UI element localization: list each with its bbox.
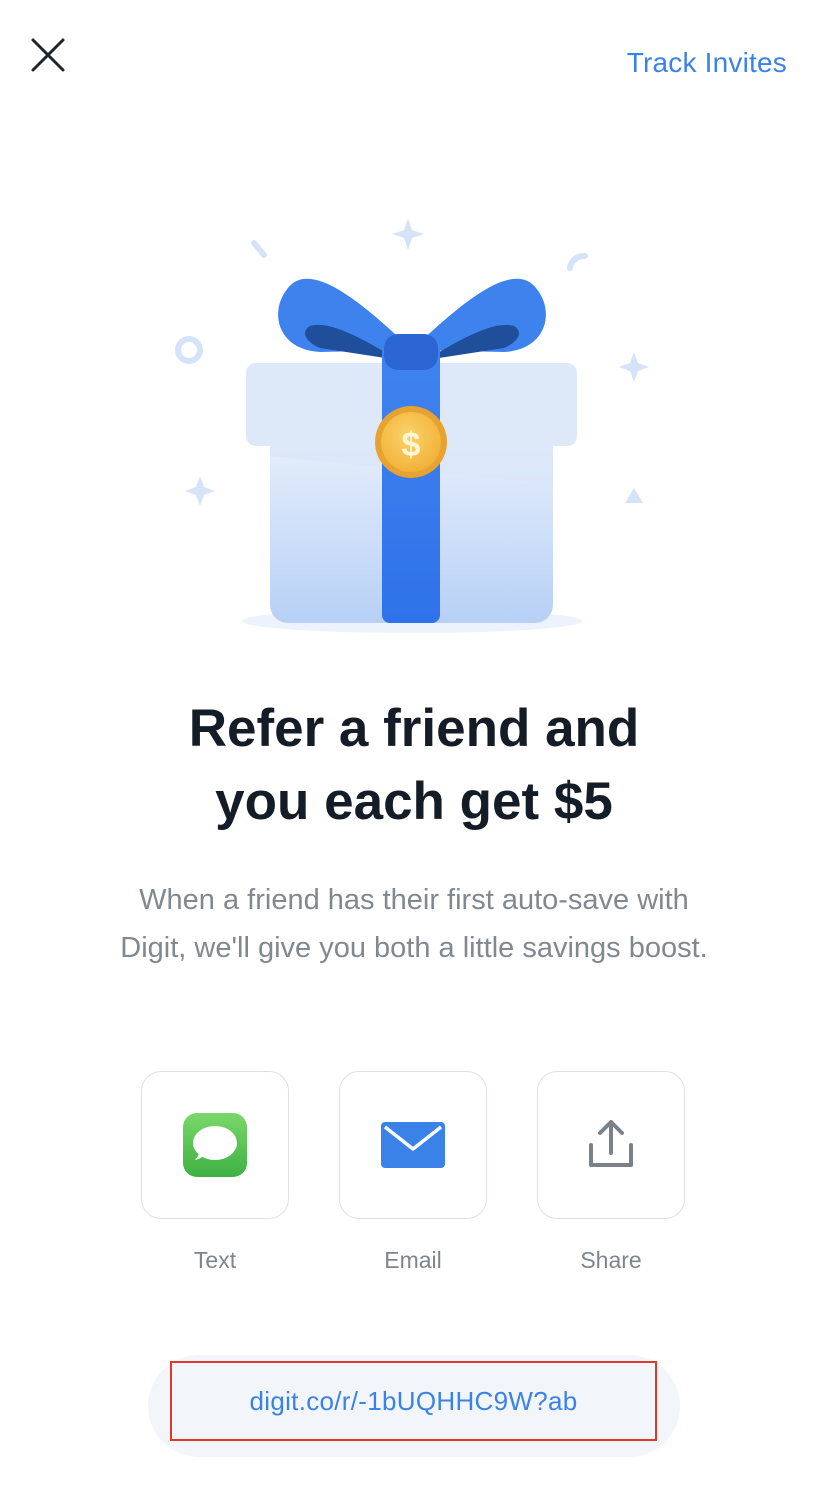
- messages-icon: [183, 1113, 247, 1177]
- subtitle-line-2: Digit, we'll give you both a little savi…: [120, 932, 708, 964]
- share-option-email[interactable]: Email: [339, 1071, 487, 1275]
- gift-box-with-coin-icon: $: [175, 218, 649, 633]
- title-line-1: Refer a friend and: [188, 699, 640, 758]
- track-invites-link[interactable]: Track Invites: [627, 44, 787, 82]
- svg-text:$: $: [402, 426, 421, 464]
- mail-icon: [381, 1122, 445, 1168]
- referral-link-text[interactable]: digit.co/r/-1bUQHHC9W?ab: [250, 1386, 578, 1417]
- share-option-text[interactable]: Text: [141, 1071, 289, 1275]
- share-option-label: Text: [193, 1247, 237, 1273]
- close-button[interactable]: [22, 28, 74, 80]
- page-subtitle: When a friend has their first auto-save …: [0, 876, 828, 972]
- page-title: Refer a friend and you each get $5: [0, 692, 828, 838]
- email-button[interactable]: [339, 1071, 487, 1219]
- referral-link-button[interactable]: digit.co/r/-1bUQHHC9W?ab: [170, 1361, 657, 1441]
- close-icon: [31, 38, 65, 72]
- share-option-label: Email: [384, 1247, 442, 1273]
- share-button[interactable]: [537, 1071, 685, 1219]
- gift-illustration: $: [160, 200, 670, 650]
- title-line-2: you each get $5: [215, 772, 613, 831]
- subtitle-line-1: When a friend has their first auto-save …: [139, 884, 689, 916]
- share-icon: [589, 1120, 633, 1167]
- share-option-label: Share: [580, 1247, 642, 1273]
- text-button[interactable]: [141, 1071, 289, 1219]
- share-option-share[interactable]: Share: [537, 1071, 685, 1275]
